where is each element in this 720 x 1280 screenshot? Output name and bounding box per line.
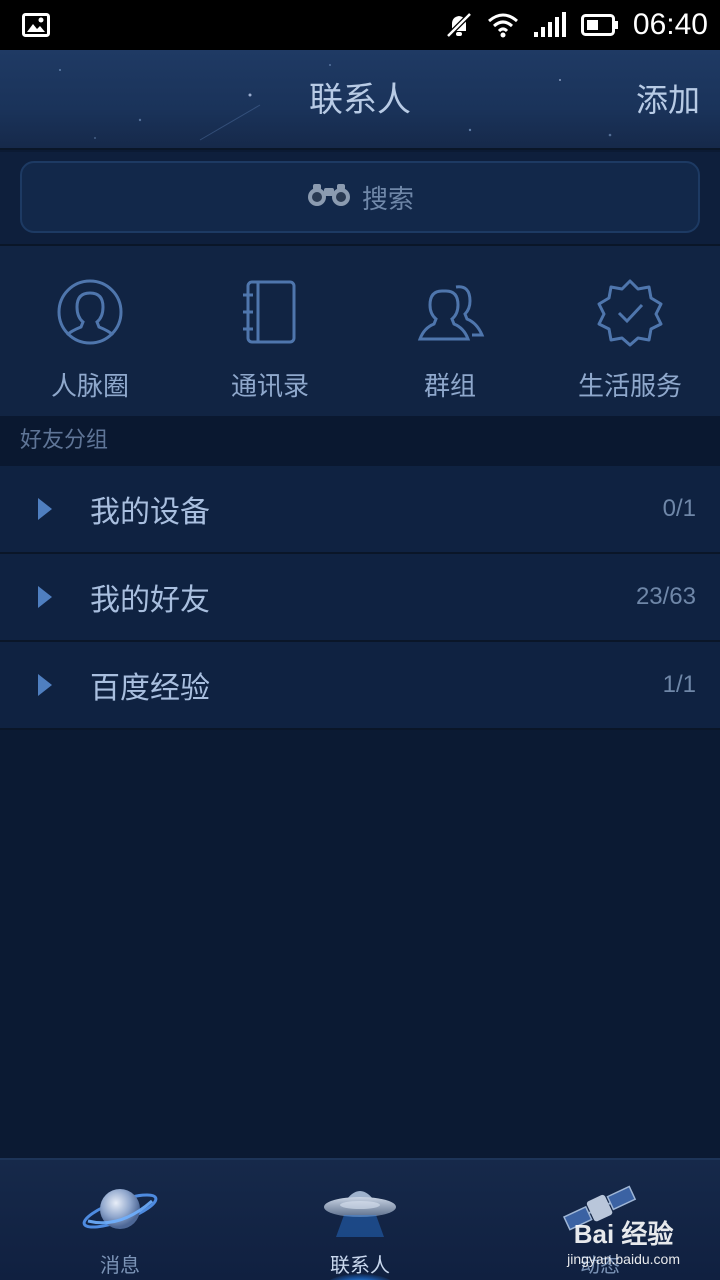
watermark-title: Bai 经验 — [573, 1219, 674, 1249]
list-item[interactable]: 我的设备 0/1 — [0, 466, 720, 554]
nav-label: 消息 — [100, 1253, 140, 1277]
expand-arrow-icon — [38, 674, 52, 696]
group-icon — [410, 274, 490, 350]
quick-access-row: 人脉圈 通讯录 群组 生活服务 — [0, 246, 720, 416]
page-title: 联系人 — [309, 80, 411, 120]
signal-icon — [533, 12, 567, 38]
status-time: 06:40 — [632, 8, 708, 41]
expand-arrow-icon — [38, 586, 52, 608]
gallery-icon — [22, 13, 50, 37]
quick-item-address-book[interactable]: 通讯录 — [180, 246, 360, 416]
planet-icon — [75, 1169, 165, 1249]
search-section: 搜索 — [0, 152, 720, 246]
mute-icon — [445, 11, 473, 39]
header-bar: 联系人 添加 — [0, 50, 720, 150]
group-count: 1/1 — [662, 671, 696, 698]
binoculars-icon — [306, 182, 352, 212]
group-name: 我的设备 — [90, 495, 210, 530]
friend-groups-header: 好友分组 — [0, 416, 720, 466]
person-circle-icon — [50, 274, 130, 350]
quick-item-life-services[interactable]: 生活服务 — [540, 246, 720, 416]
address-book-icon — [230, 274, 310, 350]
ufo-icon — [315, 1169, 405, 1249]
friend-group-list: 我的设备 0/1 我的好友 23/63 百度经验 1/1 — [0, 466, 720, 730]
wifi-icon — [487, 12, 519, 38]
list-item[interactable]: 我的好友 23/63 — [0, 554, 720, 642]
watermark-url: jingyan.baidu.com — [567, 1251, 680, 1267]
nav-messages[interactable]: 消息 — [0, 1160, 240, 1280]
expand-arrow-icon — [38, 498, 52, 520]
search-input[interactable]: 搜索 — [20, 161, 700, 233]
group-name: 百度经验 — [90, 671, 210, 706]
quick-item-contacts-circle[interactable]: 人脉圈 — [0, 246, 180, 416]
search-placeholder: 搜索 — [361, 184, 414, 215]
baidu-watermark: Bai 经验 jingyan.baidu.com — [567, 1214, 680, 1267]
quick-item-label: 人脉圈 — [50, 372, 129, 402]
quick-item-label: 通讯录 — [230, 372, 309, 402]
add-button[interactable]: 添加 — [636, 50, 700, 148]
group-count: 0/1 — [662, 495, 696, 522]
nav-contacts[interactable]: 联系人 — [240, 1160, 480, 1280]
list-item[interactable]: 百度经验 1/1 — [0, 642, 720, 730]
quick-item-label: 生活服务 — [577, 372, 682, 402]
battery-icon — [580, 13, 619, 37]
group-name: 我的好友 — [90, 583, 210, 618]
quick-item-label: 群组 — [423, 372, 476, 402]
verified-badge-icon — [590, 274, 670, 350]
group-count: 23/63 — [635, 583, 696, 610]
quick-item-groups[interactable]: 群组 — [360, 246, 540, 416]
status-bar: 06:40 — [0, 0, 720, 50]
